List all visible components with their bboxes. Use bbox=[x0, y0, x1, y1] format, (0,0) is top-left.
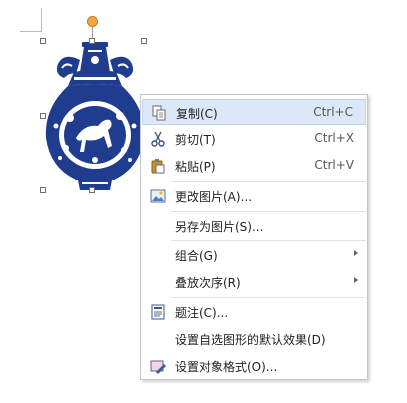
resize-handle-bottom-left[interactable] bbox=[40, 187, 46, 193]
caption-icon bbox=[151, 304, 165, 320]
menu-item-order[interactable]: 叠放次序(R) bbox=[142, 269, 366, 295]
menu-item-label: 剪切(T) bbox=[175, 133, 216, 147]
page-corner-mark bbox=[20, 31, 42, 32]
menu-item-label: 另存为图片(S)... bbox=[175, 220, 264, 234]
rotate-handle[interactable] bbox=[87, 16, 98, 27]
menu-item-set-default-effect[interactable]: 设置自选图形的默认效果(D) bbox=[142, 326, 366, 352]
menu-item-label: 设置对象格式(O)... bbox=[175, 360, 278, 374]
paste-icon bbox=[151, 159, 165, 174]
resize-handle-top-left[interactable] bbox=[40, 38, 46, 44]
menu-item-label: 复制(C) bbox=[176, 107, 218, 121]
submenu-arrow-icon bbox=[354, 277, 358, 283]
porcelain-vase-image[interactable] bbox=[40, 38, 150, 193]
change-picture-icon bbox=[150, 189, 166, 203]
menu-item-format-object[interactable]: 设置对象格式(O)... bbox=[142, 353, 366, 379]
menu-item-shortcut: Ctrl+C bbox=[313, 105, 353, 119]
page-corner-mark bbox=[41, 8, 42, 31]
menu-item-shortcut: Ctrl+X bbox=[314, 131, 354, 145]
menu-item-paste[interactable]: 粘贴(P) Ctrl+V bbox=[142, 153, 366, 179]
menu-item-label: 组合(G) bbox=[175, 249, 218, 263]
menu-separator bbox=[171, 181, 366, 182]
menu-item-label: 设置自选图形的默认效果(D) bbox=[175, 333, 326, 347]
menu-item-copy[interactable]: 复制(C) Ctrl+C bbox=[142, 99, 366, 125]
menu-separator bbox=[171, 297, 366, 298]
menu-item-change-picture[interactable]: 更改图片(A)... bbox=[142, 183, 366, 209]
menu-item-caption[interactable]: 题注(C)... bbox=[142, 299, 366, 325]
format-object-icon bbox=[150, 360, 166, 374]
resize-handle-top-right[interactable] bbox=[141, 38, 147, 44]
submenu-arrow-icon bbox=[354, 250, 358, 256]
menu-item-label: 题注(C)... bbox=[175, 306, 229, 320]
menu-item-shortcut: Ctrl+V bbox=[314, 158, 354, 172]
resize-handle-bottom-middle[interactable] bbox=[89, 187, 95, 193]
resize-handle-middle-left[interactable] bbox=[40, 113, 46, 119]
menu-separator bbox=[171, 211, 366, 212]
menu-item-label: 更改图片(A)... bbox=[175, 190, 253, 204]
copy-icon bbox=[152, 105, 166, 121]
menu-separator bbox=[171, 240, 366, 241]
menu-item-group[interactable]: 组合(G) bbox=[142, 242, 366, 268]
scissors-icon bbox=[151, 131, 165, 147]
menu-item-save-as-picture[interactable]: 另存为图片(S)... bbox=[142, 213, 366, 239]
context-menu: 复制(C) Ctrl+C 剪切(T) Ctrl+X 粘贴(P) Ctrl+V 更… bbox=[140, 94, 368, 380]
menu-item-label: 叠放次序(R) bbox=[175, 276, 241, 290]
menu-item-label: 粘贴(P) bbox=[175, 160, 216, 174]
resize-handle-top-middle[interactable] bbox=[89, 38, 95, 44]
menu-item-cut[interactable]: 剪切(T) Ctrl+X bbox=[142, 126, 366, 152]
